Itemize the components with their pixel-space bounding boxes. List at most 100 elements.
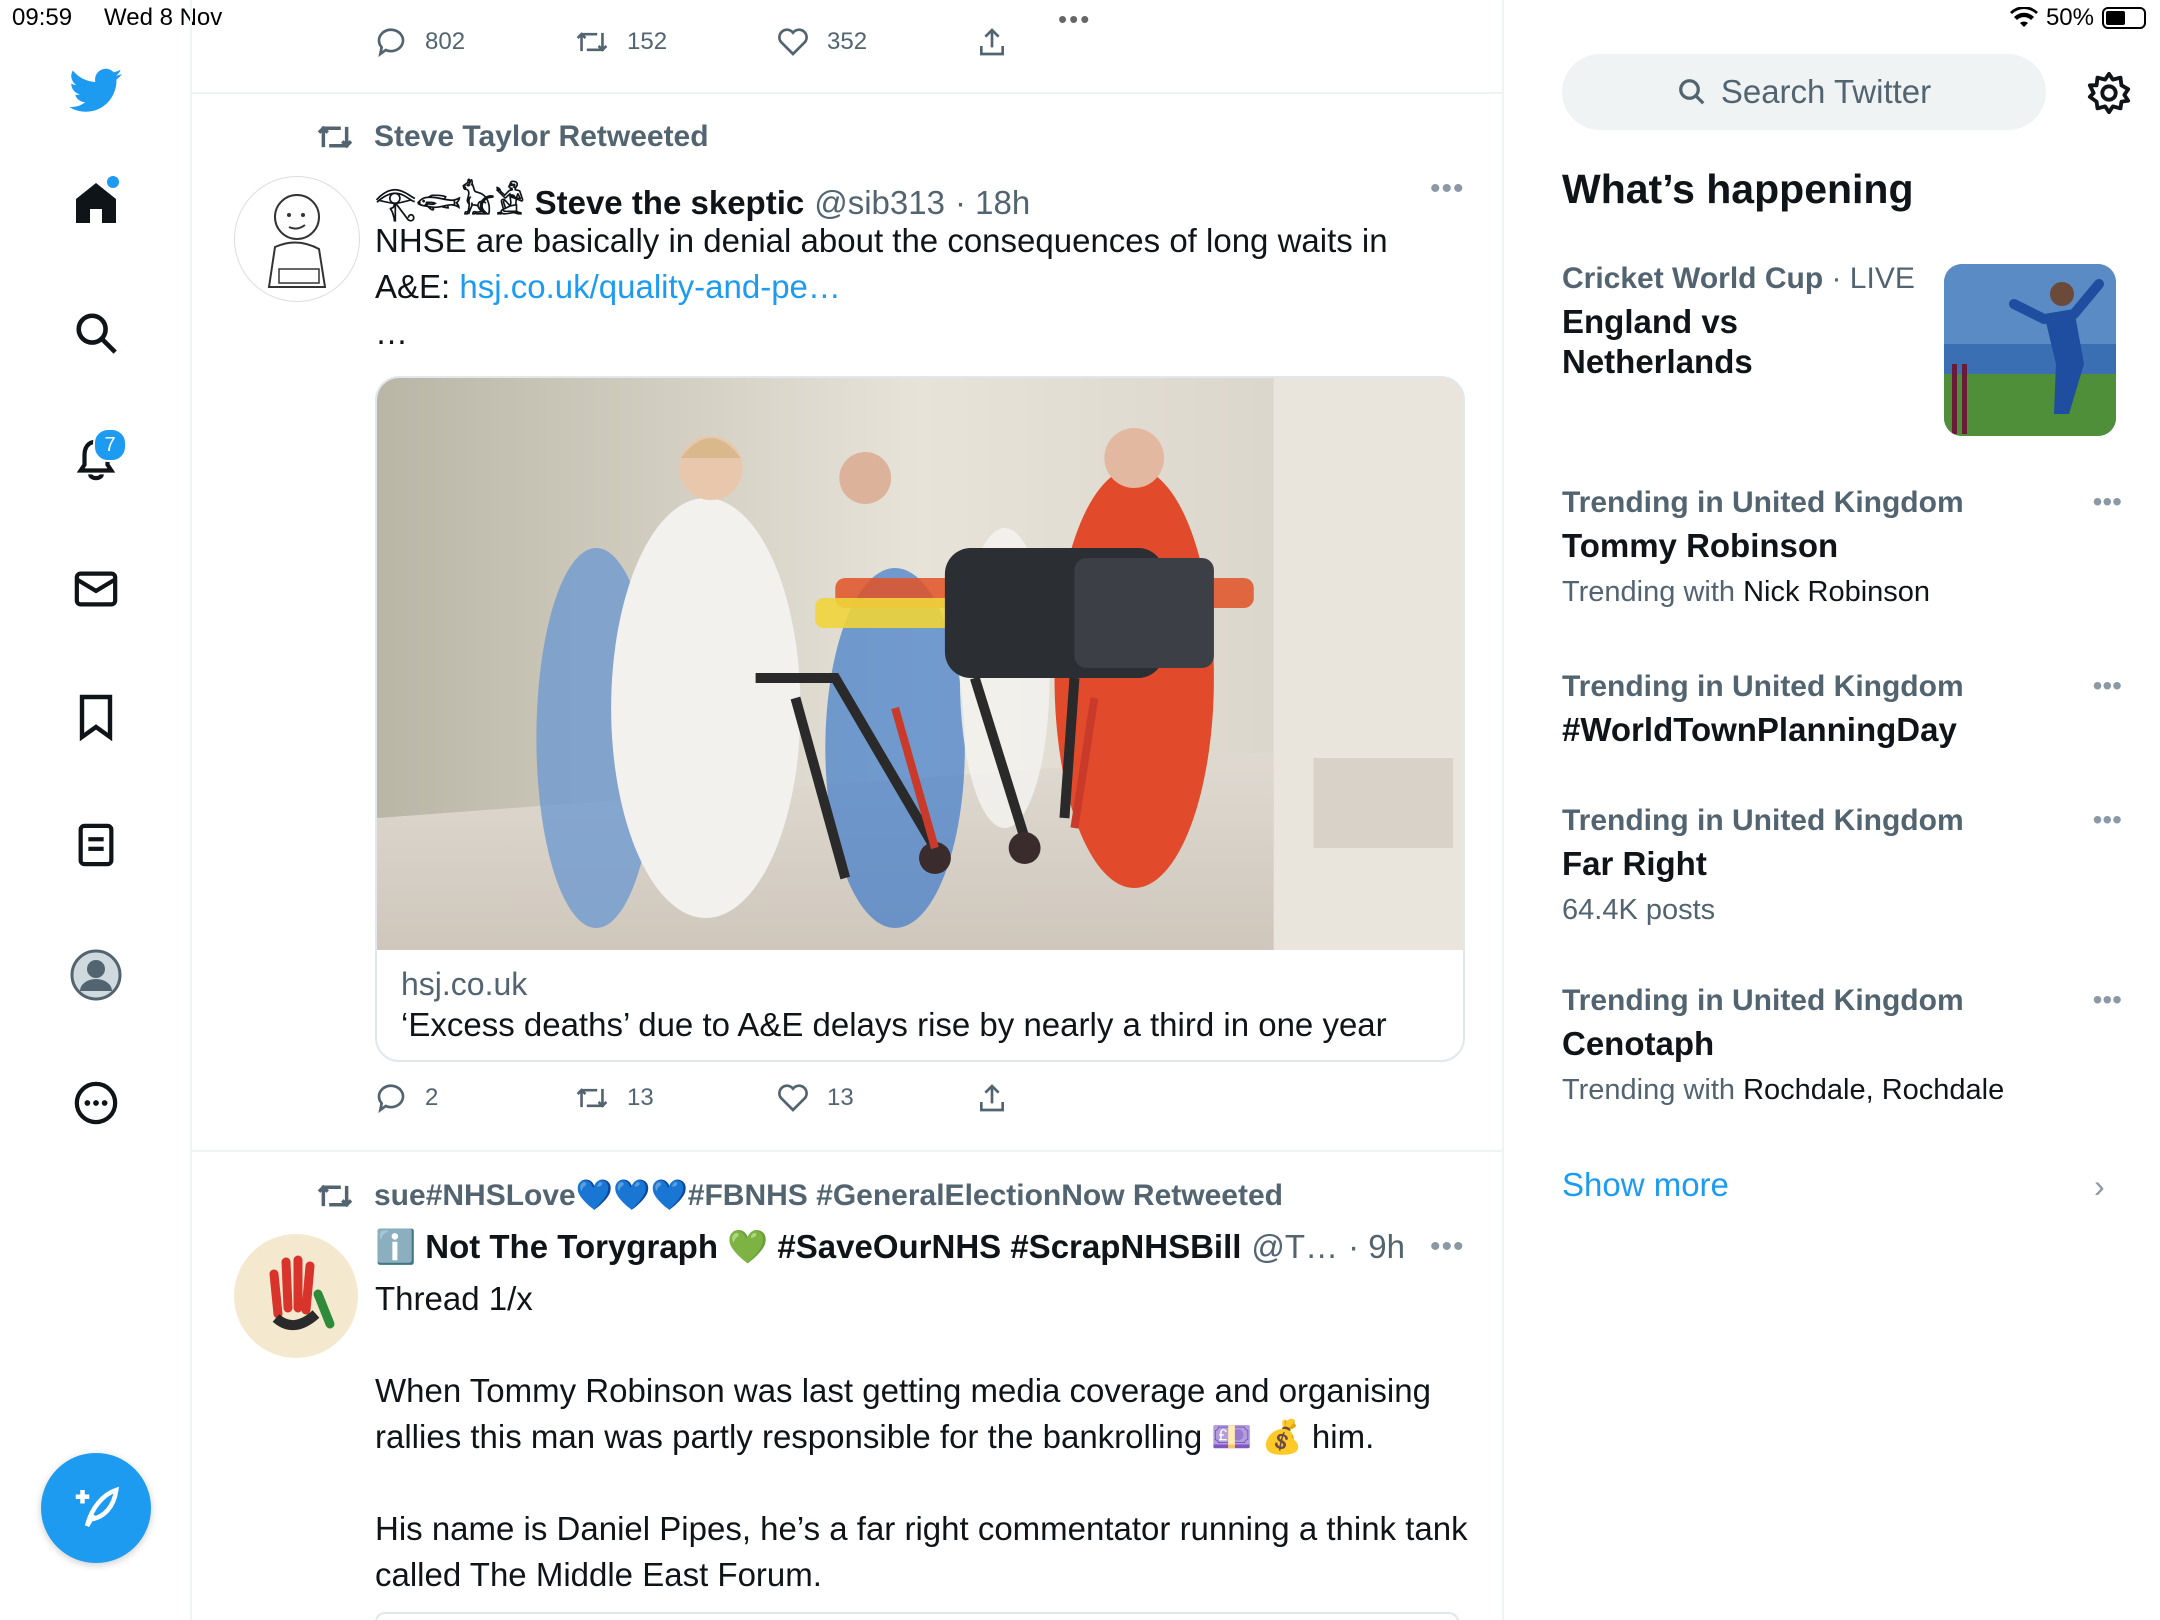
trend-more-icon[interactable]: ••• [2093,804,2122,836]
heart-icon [778,1084,808,1112]
retweet-icon [576,32,608,52]
trend-title: #WorldTownPlanningDay [1562,711,1957,748]
reply-count: 802 [425,28,466,55]
share-icon [980,28,1004,56]
author-handle[interactable]: @T… [1251,1228,1338,1266]
trend-meta: Cricket World Cup [1562,262,1824,295]
next-card-edge [375,1612,1459,1620]
compose-feather-icon [75,1486,119,1528]
reply-button[interactable]: 802 [375,26,575,58]
like-button[interactable]: 352 [777,26,977,58]
trend-more-icon[interactable]: ••• [2093,670,2122,702]
bookmark-icon[interactable] [65,686,127,748]
trend-sub-prefix: Trending with [1562,1074,1744,1106]
show-more-link[interactable]: Show more [1562,1166,1729,1204]
reply-count: 2 [425,1084,439,1111]
retweet-icon [317,1184,353,1207]
trend-sub-prefix: Trending with [1562,576,1744,608]
tweet-text: NHSE are basically in denial about the c… [375,218,1465,356]
chevron-right-icon[interactable]: › [2094,1168,2105,1205]
tweet-time[interactable]: · 18h [955,184,1030,222]
reply-button[interactable]: 2 [375,1082,575,1114]
tweet-actions: 2 13 13 [375,1082,1007,1114]
avatar[interactable] [234,176,360,302]
retweeted-by-text: sue#NHSLove💙💙💙#FBNHS #GeneralElectionNow… [374,1179,1283,1212]
reply-icon [377,1084,405,1114]
home-unread-dot [107,176,119,188]
trend-title: Cenotaph [1562,1025,1715,1062]
trend-image[interactable] [1944,264,2116,436]
tweet-link[interactable]: hsj.co.uk/quality-and-pe… [459,268,841,305]
messages-mail-icon[interactable] [65,558,127,620]
divider [192,1150,1502,1152]
trend-item[interactable]: Trending in United Kingdom #WorldTownPla… [1562,670,2122,750]
retweet-count: 152 [627,28,668,55]
retweet-button[interactable]: 13 [575,1082,777,1114]
tweet-ellipsis: … [375,314,408,351]
retweet-icon [317,125,353,149]
tweet-more-icon[interactable]: ••• [1430,172,1465,206]
search-bar[interactable]: Search Twitter [1562,54,2046,130]
trend-title: Tommy Robinson [1562,527,1839,564]
retweeted-by-line[interactable]: sue#NHSLove💙💙💙#FBNHS #GeneralElectionNow… [316,1178,1283,1213]
trend-meta: Trending in United Kingdom [1562,804,1964,837]
profile-avatar-icon[interactable] [65,944,127,1006]
trend-item[interactable]: Trending in United Kingdom Cenotaph Tren… [1562,984,2122,1107]
prev-tweet-actions: 802 152 352 [375,26,1007,58]
twitter-logo-icon[interactable] [65,60,127,122]
reply-icon [377,28,405,58]
trend-title: England vs Netherlands [1562,303,1753,380]
retweet-icon [576,1088,608,1108]
like-button[interactable]: 13 [777,1082,977,1114]
search-icon [1678,79,1705,105]
retweeted-by-line[interactable]: Steve Taylor Retweeted [316,120,709,154]
trend-more-icon[interactable]: ••• [2093,984,2122,1016]
tweet-header: 𓂀𓆟𓃠𓀀 Steve the skeptic @sib313 · 18h [375,170,1030,225]
author-name[interactable]: ℹ️ Not The Torygraph 💚 #SaveOurNHS #Scra… [375,1228,1241,1267]
trend-meta: Trending in United Kingdom [1562,486,1964,519]
home-icon[interactable] [65,172,127,234]
left-nav: 7 [0,0,192,1620]
retweet-button[interactable]: 152 [575,26,777,58]
tweet-time[interactable]: · 9h [1348,1228,1405,1266]
trend-more-icon[interactable]: ••• [2093,486,2122,518]
card-title: ‘Excess deaths’ due to A&E delays rise b… [401,1006,1387,1043]
lists-icon[interactable] [65,814,127,876]
tweet-text: Thread 1/x When Tommy Robinson was last … [375,1276,1475,1598]
compose-tweet-button[interactable] [41,1453,151,1563]
timeline: 802 152 352 Steve Taylor Retweeted 𓂀𓆟𓃠𓀀 … [192,0,1504,1620]
more-options-icon[interactable] [65,1072,127,1134]
avatar[interactable] [234,1234,358,1358]
trend-item[interactable]: Trending in United Kingdom Tommy Robinso… [1562,486,2122,609]
author-handle[interactable]: @sib313 [814,184,945,222]
share-button[interactable] [977,1082,1007,1114]
trend-meta: Trending in United Kingdom [1562,984,1964,1017]
tweet-paragraph: When Tommy Robinson was last getting med… [375,1372,1431,1455]
trend-live: · LIVE [1823,262,1915,295]
like-count: 13 [827,1084,854,1111]
link-card[interactable]: hsj.co.uk ‘Excess deaths’ due to A&E del… [375,376,1465,1062]
share-icon [980,1084,1004,1112]
trend-item[interactable]: Trending in United Kingdom Far Right 64.… [1562,804,2122,927]
trend-sub-value: Rochdale, Rochdale [1743,1074,2005,1106]
notifications-badge: 7 [93,428,127,462]
divider [192,92,1502,94]
section-title: What’s happening [1562,166,1914,212]
notifications-bell-icon[interactable]: 7 [65,428,127,490]
right-sidebar: Search Twitter What’s happening Cricket … [1504,0,2160,1620]
tweet-more-icon[interactable]: ••• [1430,1230,1465,1264]
trend-subtitle: Trending with Rochdale, Rochdale [1562,1074,2122,1107]
settings-gear-icon[interactable] [2082,66,2136,120]
card-domain: hsj.co.uk [401,966,528,1002]
search-placeholder: Search Twitter [1720,73,1932,110]
trend-subtitle: Trending with Nick Robinson [1562,576,2122,609]
share-button[interactable] [977,26,1007,58]
search-icon[interactable] [65,302,127,364]
tweet-header: ℹ️ Not The Torygraph 💚 #SaveOurNHS #Scra… [375,1228,1405,1267]
like-count: 352 [827,28,868,55]
author-name-prefix: 𓂀𓆟𓃠𓀀 [375,184,525,221]
trend-sub-value: Nick Robinson [1743,576,1931,608]
trend-meta: Trending in United Kingdom [1562,670,1964,703]
tweet-paragraph: Thread 1/x [375,1280,533,1317]
author-name[interactable]: Steve the skeptic [535,184,805,222]
